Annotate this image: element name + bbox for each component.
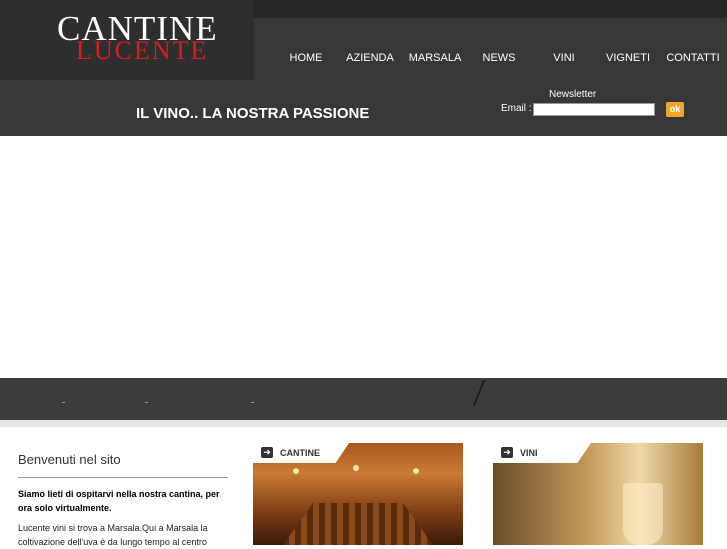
header-top-band — [254, 0, 727, 18]
vini-box[interactable]: ➜ VINI — [493, 443, 703, 545]
cellar-lamp — [413, 468, 419, 474]
nav-item-marsala[interactable]: MARSALA — [409, 52, 462, 64]
section-separator — [0, 420, 727, 427]
nav-item-news[interactable]: NEWS — [483, 52, 516, 64]
logo[interactable]: CANTINE LUCENTE — [0, 0, 254, 80]
welcome-title: Benvenuti nel sito — [18, 452, 121, 467]
cantine-tab-label: CANTINE — [280, 448, 320, 458]
vini-tab-label: VINI — [520, 448, 538, 458]
banner-area — [0, 136, 727, 378]
site-header: CANTINE LUCENTE HOME AZIENDA MARSALA NEW… — [0, 0, 727, 136]
strip-dot — [62, 402, 65, 403]
arrow-right-icon: ➜ — [501, 447, 513, 458]
logo-line-lucente: LUCENTE — [76, 36, 209, 65]
cellar-lamp — [353, 465, 359, 471]
cellar-lamp — [293, 468, 299, 474]
cellar-barrels-image — [283, 503, 433, 545]
email-label: Email : — [501, 103, 532, 114]
strip-dot — [145, 402, 148, 403]
newsletter-email-input[interactable] — [533, 103, 655, 116]
gallery-strip — [0, 378, 727, 420]
welcome-intro: Siamo lieti di ospitarvi nella nostra ca… — [18, 489, 220, 513]
nav-item-vigneti[interactable]: VIGNETI — [606, 52, 650, 64]
arrow-right-icon: ➜ — [261, 447, 273, 458]
nav-item-azienda[interactable]: AZIENDA — [346, 52, 394, 64]
wine-glass-image — [623, 483, 663, 545]
newsletter-title: Newsletter — [549, 89, 597, 100]
cantine-box[interactable]: ➜ CANTINE — [253, 443, 463, 545]
nav-item-contatti[interactable]: CONTATTI — [666, 52, 719, 64]
cantine-tab[interactable]: ➜ CANTINE — [253, 443, 349, 463]
slogan: IL VINO.. LA NOSTRA PASSIONE — [136, 105, 370, 122]
strip-dot — [251, 402, 254, 403]
main-nav: HOME AZIENDA MARSALA NEWS VINI VIGNETI C… — [276, 52, 727, 68]
vini-tab[interactable]: ➜ VINI — [493, 443, 591, 463]
nav-item-vini[interactable]: VINI — [553, 52, 574, 64]
welcome-divider — [18, 477, 228, 478]
newsletter-ok-button[interactable]: ok — [666, 102, 684, 117]
nav-item-home[interactable]: HOME — [290, 52, 323, 64]
